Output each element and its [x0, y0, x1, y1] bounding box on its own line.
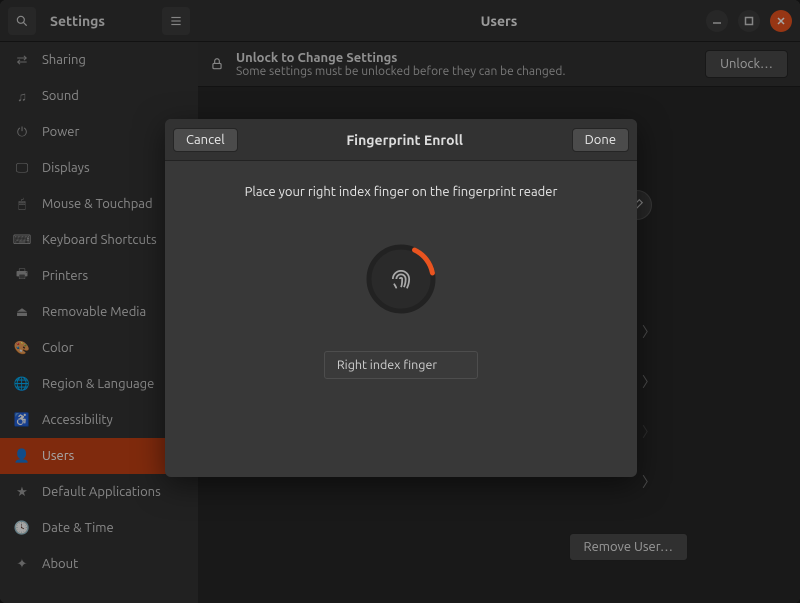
dialog-header: Cancel Fingerprint Enroll Done — [165, 119, 637, 161]
progress-arc — [365, 243, 437, 315]
dialog-body: Place your right index finger on the fin… — [165, 161, 637, 477]
enroll-instruction: Place your right index finger on the fin… — [245, 185, 558, 199]
fingerprint-progress — [369, 247, 433, 311]
fingerprint-enroll-dialog: Cancel Fingerprint Enroll Done Place you… — [165, 119, 637, 477]
selected-finger-field[interactable]: Right index finger — [324, 351, 478, 379]
settings-window: Settings Users ⇄Sharing♫Sound⏻Power🖵Disp… — [0, 0, 800, 603]
cancel-button[interactable]: Cancel — [173, 128, 238, 152]
dialog-title: Fingerprint Enroll — [346, 132, 463, 148]
done-button[interactable]: Done — [572, 128, 629, 152]
